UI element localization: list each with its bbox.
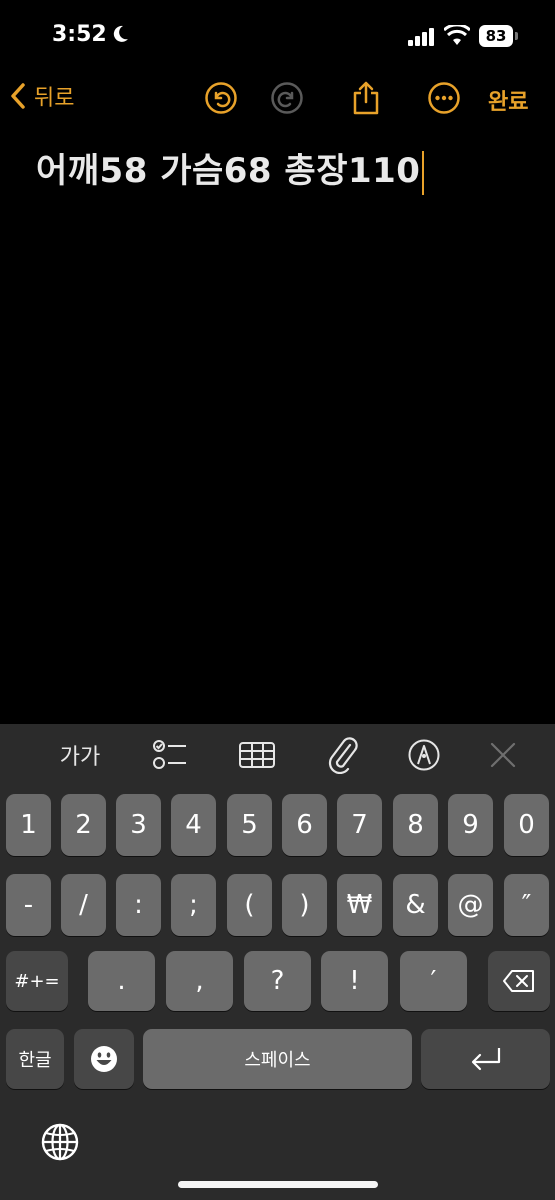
key-hyphen[interactable]: -: [6, 874, 51, 936]
space-key[interactable]: 스페이스: [143, 1029, 412, 1089]
key-9[interactable]: 9: [448, 794, 493, 856]
done-button[interactable]: 완료: [488, 84, 528, 116]
key-at[interactable]: @: [448, 874, 493, 936]
key-slash[interactable]: /: [61, 874, 106, 936]
close-keyboard-toolbar-button[interactable]: [482, 734, 524, 776]
key-open-paren[interactable]: (: [227, 874, 272, 936]
cellular-signal-icon: [408, 28, 436, 50]
key-question[interactable]: ?: [244, 951, 311, 1011]
symbols-toggle-key[interactable]: #+=: [6, 951, 68, 1011]
note-text: 어깨58 가슴68 총장110: [36, 151, 421, 191]
key-exclamation[interactable]: !: [321, 951, 388, 1011]
key-colon[interactable]: :: [116, 874, 161, 936]
keyboard: 가가 1 2 3 4 5 6 7 8 9 0 - /: ; () ₩ & @…: [0, 724, 555, 1200]
paperclip-icon: [328, 737, 358, 774]
return-key[interactable]: [421, 1029, 550, 1089]
more-button[interactable]: [424, 78, 464, 118]
attachment-button[interactable]: [322, 734, 364, 776]
wifi-icon: [442, 23, 472, 51]
redo-button[interactable]: [267, 78, 307, 118]
key-semicolon[interactable]: ;: [171, 874, 216, 936]
moon-icon: [110, 24, 130, 48]
table-button[interactable]: [236, 734, 278, 776]
emoji-icon: [91, 1046, 117, 1072]
key-close-paren[interactable]: ): [282, 874, 327, 936]
delete-key[interactable]: [488, 951, 550, 1011]
key-quote[interactable]: ″: [504, 874, 549, 936]
status-bar: 3:52 83: [0, 0, 555, 70]
key-period[interactable]: .: [88, 951, 155, 1011]
key-won[interactable]: ₩: [337, 874, 382, 936]
home-indicator: [178, 1181, 378, 1188]
close-icon: [490, 742, 516, 768]
status-time: 3:52: [52, 22, 107, 47]
battery-icon: 83: [479, 25, 513, 47]
keyboard-toolbar: 가가: [0, 724, 555, 786]
ellipsis-circle-icon: [428, 82, 460, 114]
text-format-label: 가가: [59, 745, 101, 770]
key-ampersand[interactable]: &: [393, 874, 438, 936]
emoji-key[interactable]: [74, 1029, 134, 1089]
text-cursor: [422, 150, 425, 195]
key-8[interactable]: 8: [393, 794, 438, 856]
table-icon: [239, 742, 275, 768]
key-5[interactable]: 5: [227, 794, 272, 856]
key-comma[interactable]: ,: [166, 951, 233, 1011]
note-text-area[interactable]: 어깨58 가슴68 총장110: [36, 143, 425, 195]
key-7[interactable]: 7: [337, 794, 382, 856]
text-format-button[interactable]: 가가: [52, 734, 108, 776]
back-button[interactable]: 뒤로: [10, 80, 74, 112]
checklist-button[interactable]: [149, 734, 191, 776]
key-4[interactable]: 4: [171, 794, 216, 856]
return-icon: [471, 1048, 500, 1071]
key-1[interactable]: 1: [6, 794, 51, 856]
key-apostrophe[interactable]: ′: [400, 951, 467, 1011]
undo-button[interactable]: [201, 78, 241, 118]
key-3[interactable]: 3: [116, 794, 161, 856]
redo-icon: [271, 82, 303, 114]
chevron-left-icon: [11, 83, 25, 109]
backspace-icon: [503, 970, 534, 992]
undo-icon: [205, 82, 237, 114]
share-button[interactable]: [346, 78, 386, 118]
key-6[interactable]: 6: [282, 794, 327, 856]
pen-tip-circle-icon: [408, 739, 440, 771]
battery-tip: [515, 32, 518, 40]
checklist-icon: [153, 740, 186, 769]
globe-icon[interactable]: [40, 1122, 80, 1166]
share-icon: [353, 81, 379, 115]
language-key[interactable]: 한글: [6, 1029, 64, 1089]
key-0[interactable]: 0: [504, 794, 549, 856]
back-label: 뒤로: [34, 86, 75, 111]
markup-button[interactable]: [403, 734, 445, 776]
key-2[interactable]: 2: [61, 794, 106, 856]
navigation-bar: 뒤로 완료: [0, 72, 555, 126]
